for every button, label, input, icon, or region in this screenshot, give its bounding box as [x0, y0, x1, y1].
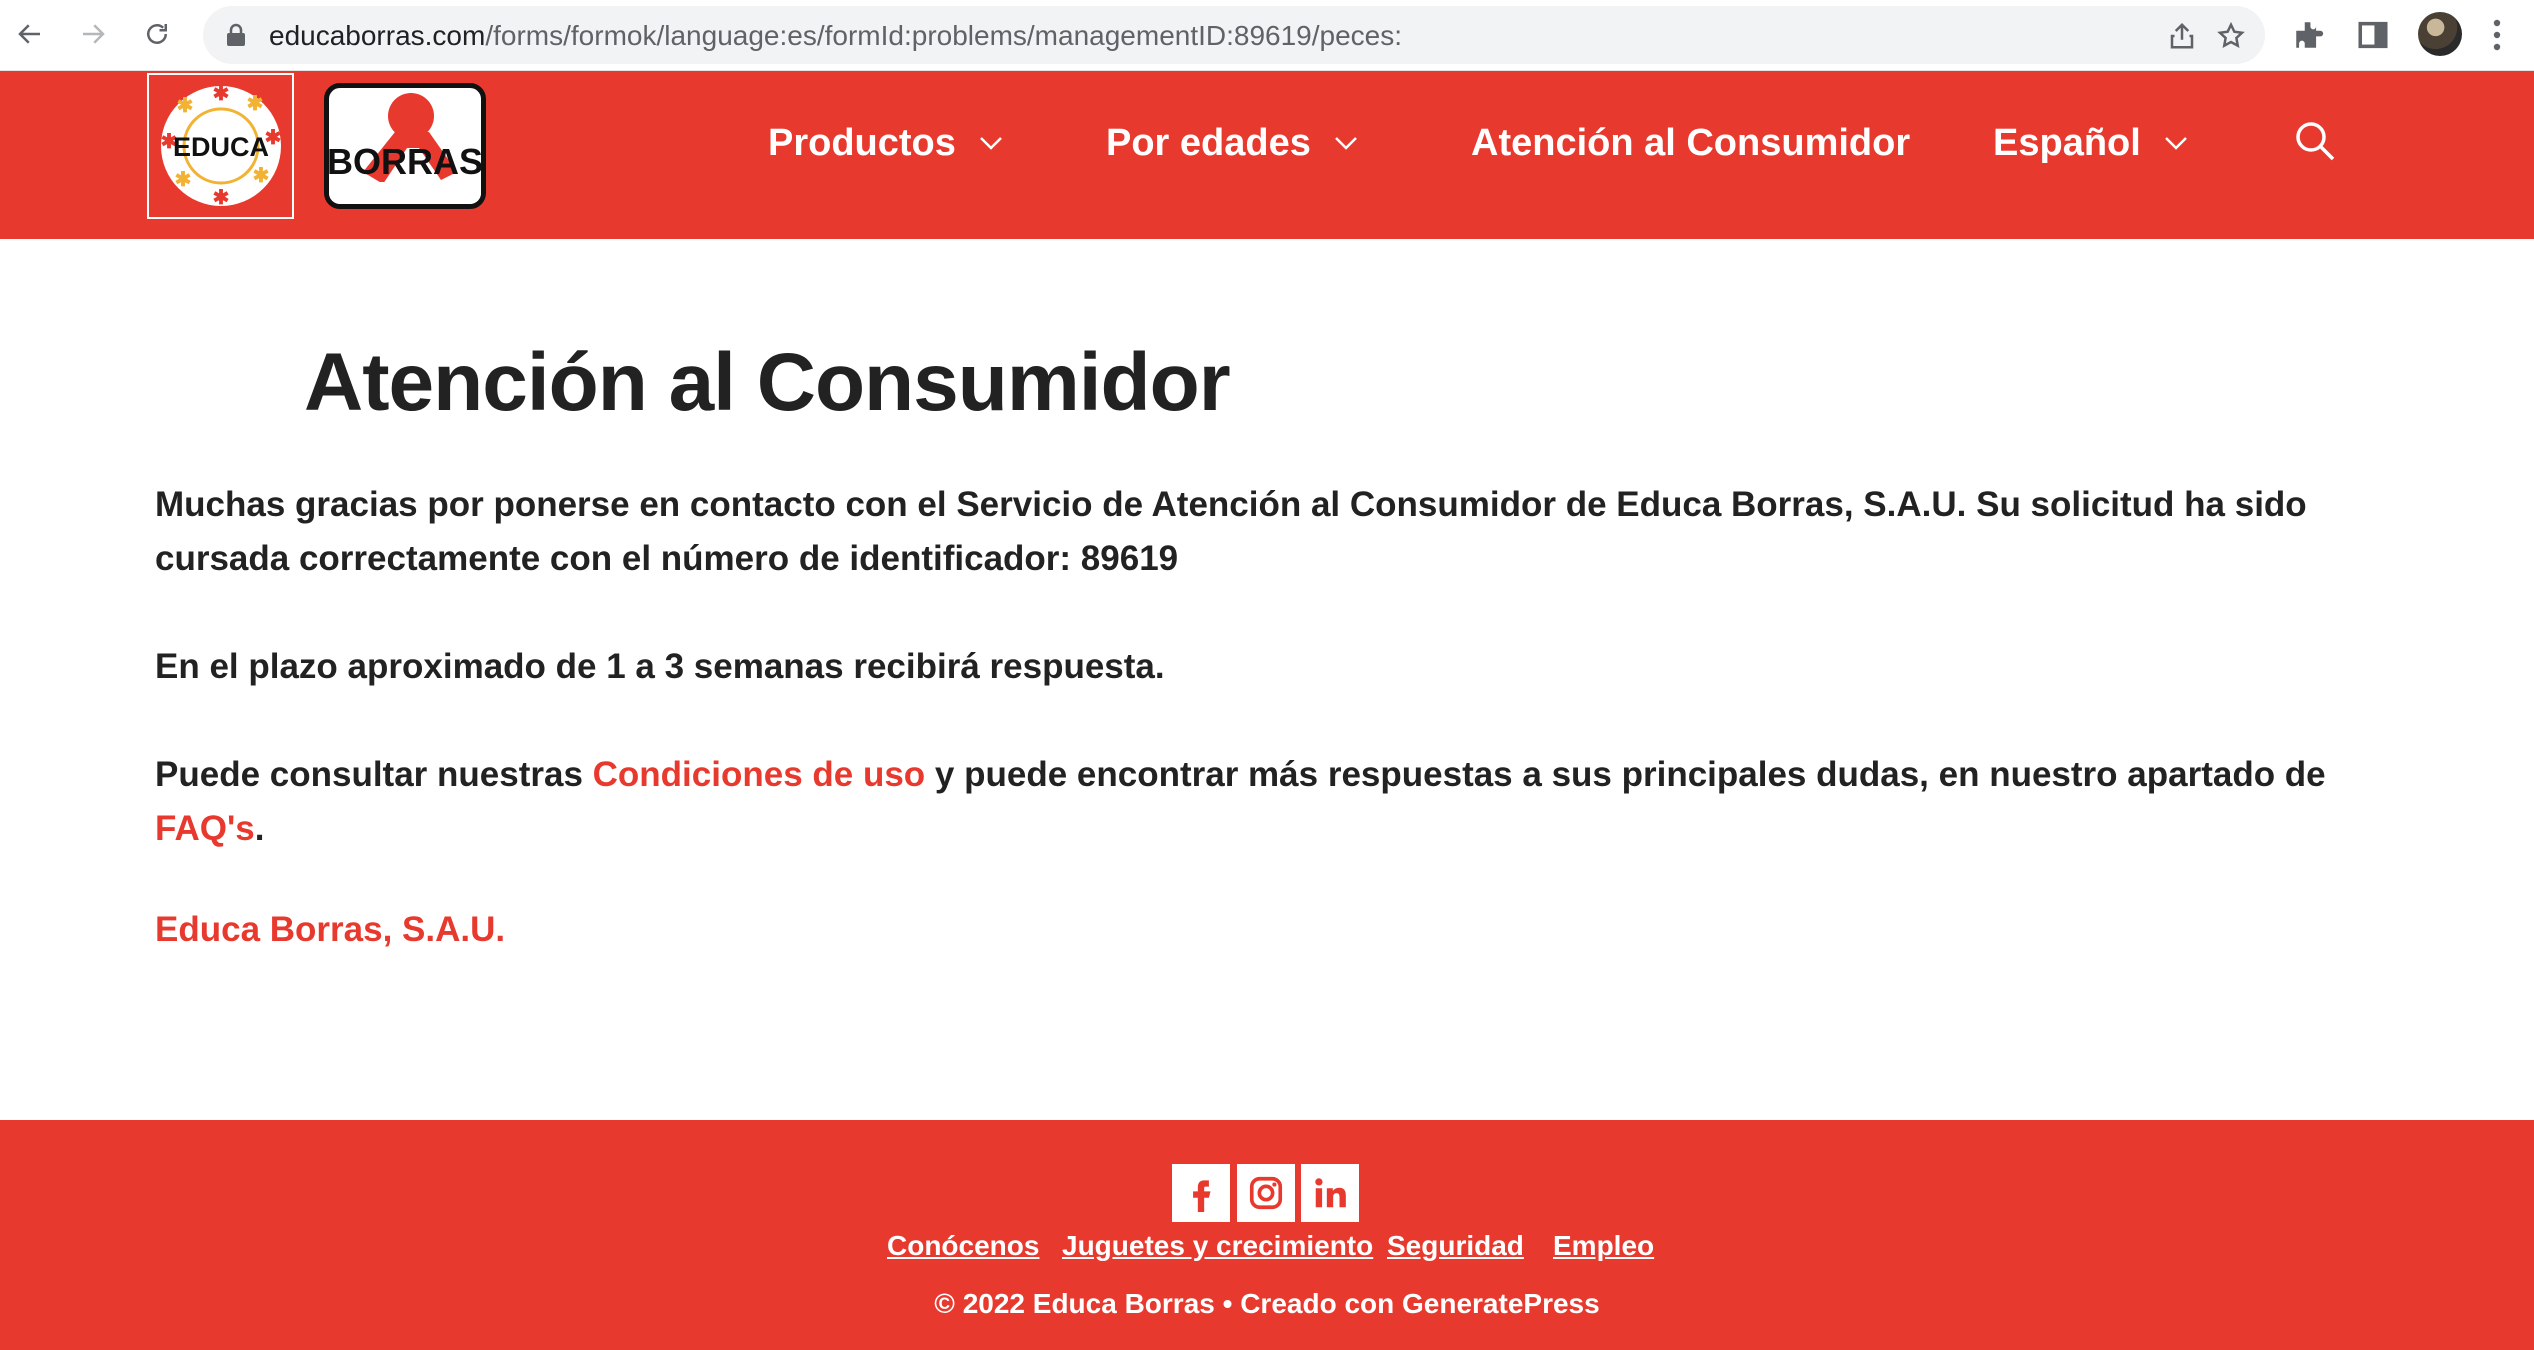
educa-logo[interactable]: ✱ ✱ ✱ ✱ ✱ ✱ ✱ ✱ EDUCA [147, 73, 294, 219]
educa-logo-emblem: ✱ ✱ ✱ ✱ ✱ ✱ ✱ ✱ EDUCA [160, 83, 281, 209]
svg-text:✱: ✱ [176, 95, 193, 117]
chevron-down-icon [980, 137, 1002, 150]
address-bar[interactable]: educaborras.com/forms/formok/language:es… [203, 6, 2265, 64]
url-text[interactable]: educaborras.com/forms/formok/language:es… [269, 20, 1402, 52]
svg-text:✱: ✱ [252, 165, 269, 187]
linkedin-icon[interactable] [1301, 1164, 1359, 1222]
terms-faq-message: Puede consultar nuestras Condiciones de … [155, 755, 2326, 848]
lock-icon[interactable] [225, 23, 247, 47]
footer-link-seguridad[interactable]: Seguridad [1387, 1230, 1524, 1262]
chevron-down-icon [2164, 137, 2187, 150]
footer-link-juguetes-crecimiento[interactable]: Juguetes y crecimiento [1062, 1230, 1373, 1262]
copyright-text: © 2022 Educa Borras • Creado con Generat… [934, 1288, 1600, 1319]
confirmation-message: Muchas gracias por ponerse en contacto c… [155, 485, 2307, 578]
side-panel-icon[interactable] [2356, 18, 2390, 52]
footer-link-empleo[interactable]: Empleo [1553, 1230, 1654, 1262]
back-icon[interactable] [10, 14, 50, 54]
company-signature: Educa Borras, S.A.U. [155, 910, 506, 949]
reload-icon[interactable] [137, 14, 177, 54]
browser-toolbar: educaborras.com/forms/formok/language:es… [0, 0, 2534, 71]
nav-productos-label: Productos [768, 121, 956, 164]
facebook-icon[interactable] [1172, 1164, 1230, 1222]
profile-avatar[interactable] [2418, 12, 2462, 56]
site-footer: Conócenos Juguetes y crecimiento Segurid… [0, 1120, 2534, 1350]
borras-logo-emblem: BORRAS [329, 93, 481, 204]
response-time-message: En el plazo aproximado de 1 a 3 semanas … [155, 647, 1165, 686]
menu-kebab-icon[interactable] [2492, 18, 2502, 52]
site-header: ✱ ✱ ✱ ✱ ✱ ✱ ✱ ✱ EDUCA BORRAS Productos P… [0, 71, 2534, 239]
svg-text:✱: ✱ [246, 93, 263, 115]
instagram-icon[interactable] [1237, 1164, 1295, 1222]
svg-text:✱: ✱ [174, 169, 191, 191]
share-icon[interactable] [2167, 21, 2197, 51]
footer-nav: Conócenos Juguetes y crecimiento Segurid… [0, 1230, 2534, 1270]
nav-por-edades-label: Por edades [1106, 121, 1311, 164]
nav-atencion-consumidor-label: Atención al Consumidor [1471, 121, 1911, 164]
faq-link[interactable]: FAQ's [155, 809, 255, 848]
nav-productos[interactable]: Productos [768, 119, 1004, 167]
bookmark-star-icon[interactable] [2216, 21, 2246, 51]
svg-text:✱: ✱ [212, 187, 229, 209]
svg-text:✱: ✱ [212, 83, 229, 105]
nav-atencion-consumidor[interactable]: Atención al Consumidor [1471, 119, 1910, 167]
forward-icon[interactable] [73, 14, 113, 54]
search-icon[interactable] [2294, 120, 2336, 162]
footer-link-conocenos[interactable]: Conócenos [887, 1230, 1039, 1262]
nav-idioma-espanol[interactable]: Español [1993, 119, 2189, 167]
terms-of-use-link[interactable]: Condiciones de uso [593, 755, 926, 794]
extensions-icon[interactable] [2292, 18, 2326, 52]
page-title: Atención al Consumidor [304, 337, 1231, 428]
borras-logo-text: BORRAS [329, 141, 481, 182]
nav-idioma-label: Español [1993, 121, 2141, 164]
educa-logo-text: EDUCA [172, 132, 268, 162]
nav-por-edades[interactable]: Por edades [1106, 119, 1359, 167]
borras-logo[interactable]: BORRAS [324, 83, 486, 209]
chevron-down-icon [1334, 137, 1357, 150]
